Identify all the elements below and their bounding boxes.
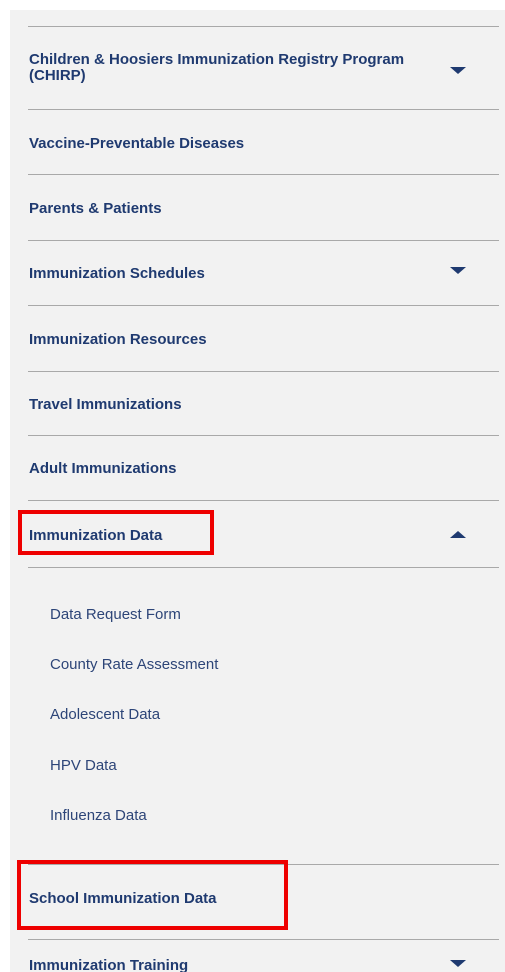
submenu-item-adolescent-data[interactable]: Adolescent Data xyxy=(50,707,160,723)
divider xyxy=(28,109,499,110)
divider xyxy=(28,174,499,175)
divider xyxy=(28,240,499,241)
highlight-box xyxy=(18,510,214,555)
nav-item-travel-immunizations[interactable]: Travel Immunizations xyxy=(29,397,182,413)
submenu-item-influenza-data[interactable]: Influenza Data xyxy=(50,808,147,824)
nav-item-vaccine-preventable-diseases[interactable]: Vaccine-Preventable Diseases xyxy=(29,136,244,152)
caret-down-icon[interactable] xyxy=(450,267,466,274)
nav-item-chirp[interactable]: Children & Hoosiers Immunization Registr… xyxy=(29,52,429,84)
highlight-box xyxy=(17,860,288,930)
divider xyxy=(28,26,499,27)
divider xyxy=(28,939,499,940)
submenu-item-data-request-form[interactable]: Data Request Form xyxy=(50,607,181,623)
divider xyxy=(28,500,499,501)
side-navigation: Children & Hoosiers Immunization Registr… xyxy=(10,10,505,972)
caret-down-icon[interactable] xyxy=(450,960,466,967)
divider xyxy=(28,305,499,306)
nav-item-immunization-resources[interactable]: Immunization Resources xyxy=(29,332,207,348)
caret-down-icon[interactable] xyxy=(450,67,466,74)
submenu-item-county-rate-assessment[interactable]: County Rate Assessment xyxy=(50,657,218,673)
nav-item-immunization-training[interactable]: Immunization Training xyxy=(29,958,188,972)
nav-item-adult-immunizations[interactable]: Adult Immunizations xyxy=(29,461,177,477)
divider xyxy=(28,567,499,568)
nav-item-immunization-schedules[interactable]: Immunization Schedules xyxy=(29,266,205,282)
submenu-item-hpv-data[interactable]: HPV Data xyxy=(50,758,117,774)
divider xyxy=(28,371,499,372)
nav-item-parents-patients[interactable]: Parents & Patients xyxy=(29,201,162,217)
caret-up-icon[interactable] xyxy=(450,531,466,538)
divider xyxy=(28,435,499,436)
